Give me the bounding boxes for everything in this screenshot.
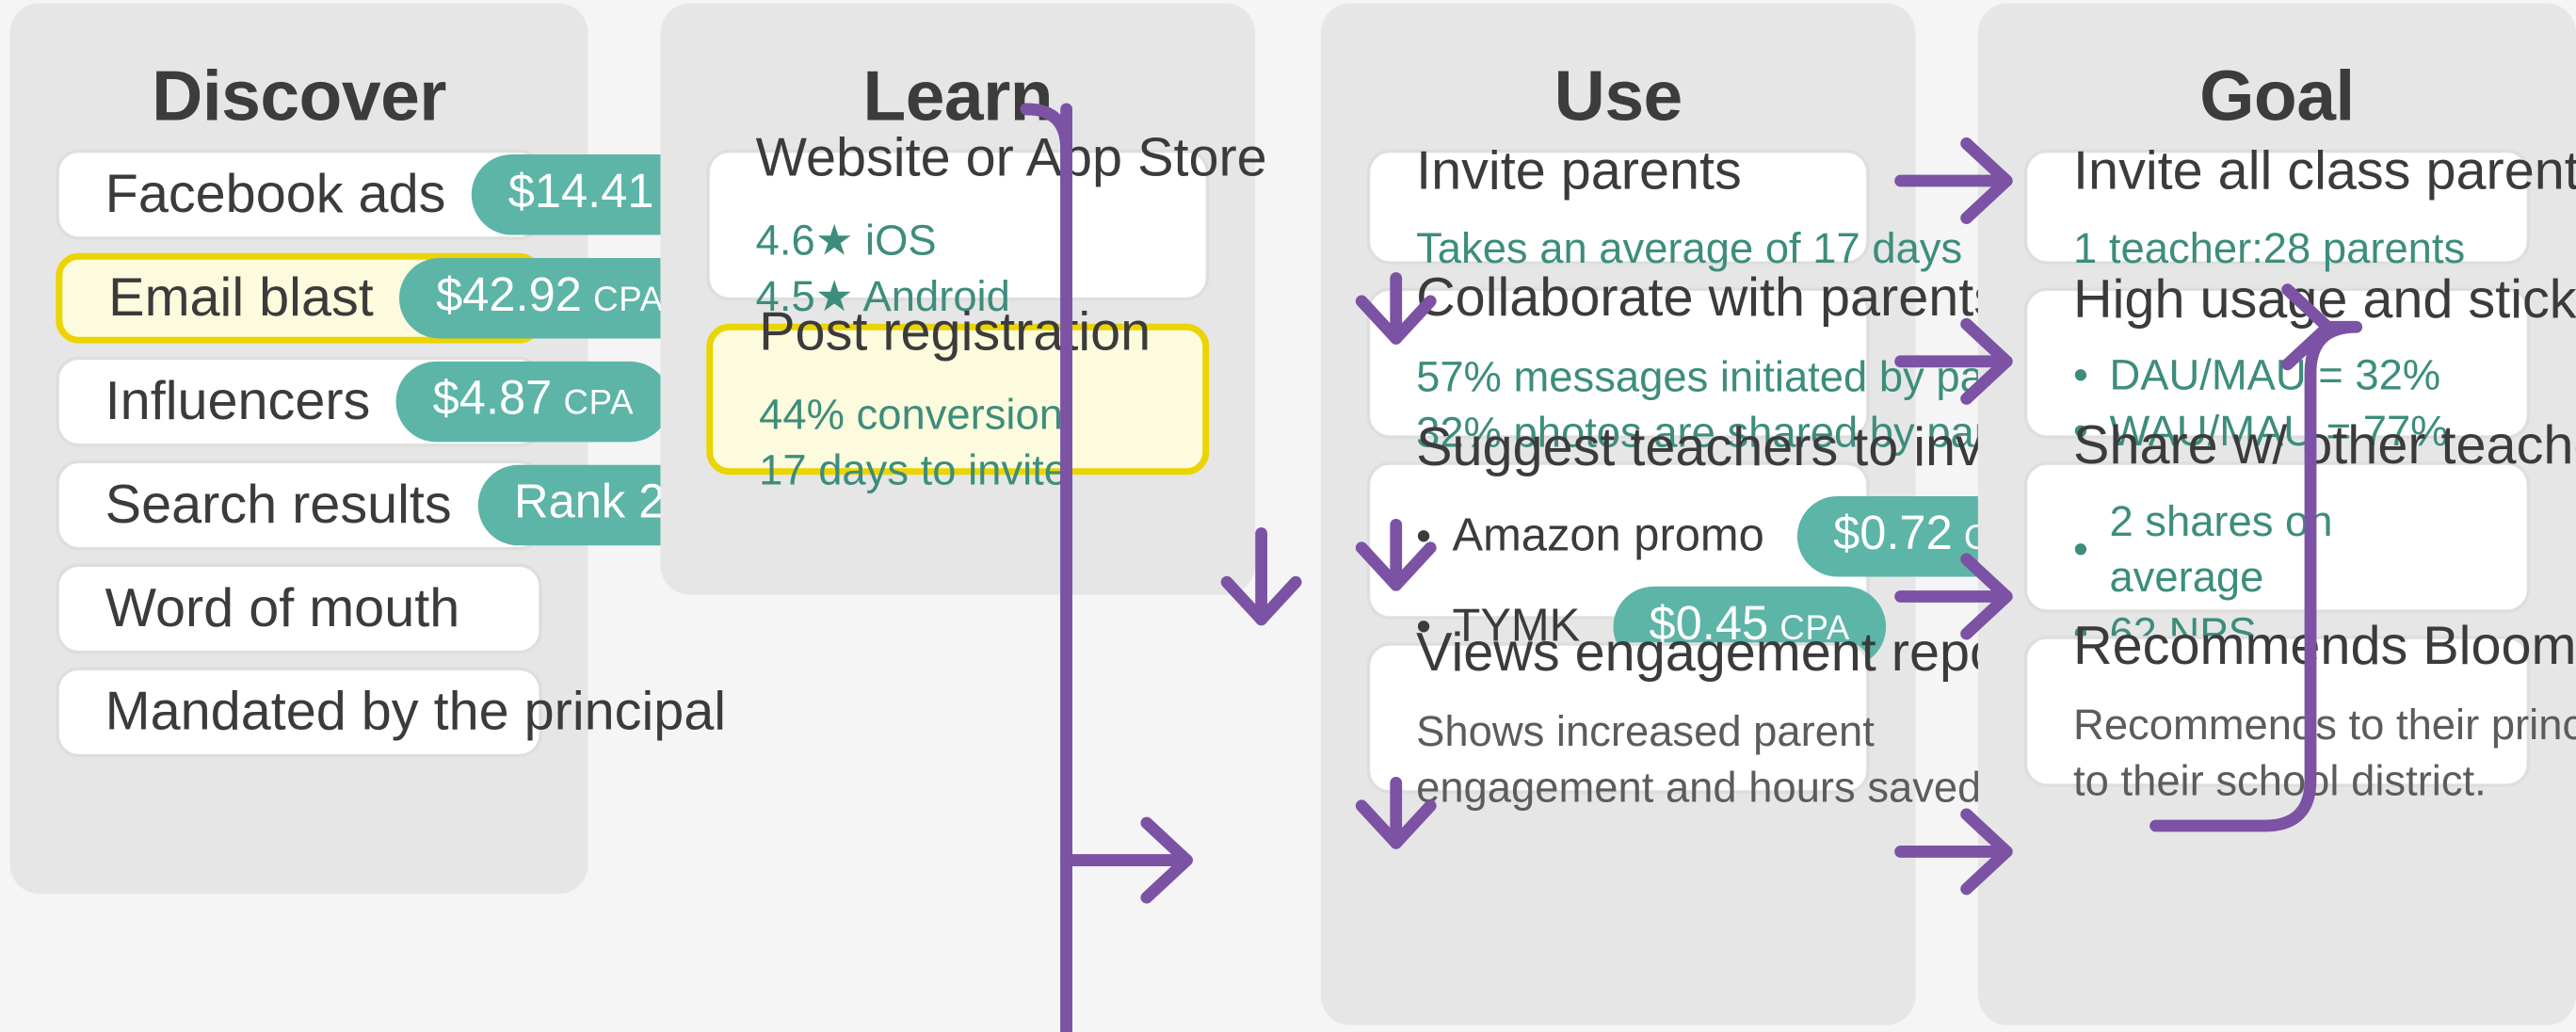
- badge-cpa: $42.92 CPA: [399, 257, 700, 339]
- badge-cpa: $4.87 CPA: [396, 361, 670, 443]
- badge-value: $42.92: [436, 269, 582, 322]
- list-item: • 2 shares on average: [2073, 495, 2481, 606]
- card-sublines: 44% conversion 17 days to invite: [759, 385, 1156, 499]
- subline-recommends-1: Recommends to their principal or: [2073, 699, 2576, 749]
- card-title: Facebook ads: [105, 163, 446, 224]
- subline-conversion: 44% conversion: [759, 388, 1063, 439]
- card-search-results[interactable]: Search results Rank 2: [56, 460, 701, 551]
- card-sublines: Shows increased parent engagement and ho…: [1416, 702, 1994, 816]
- card-invite-parents[interactable]: Invite parents Takes an average of 17 da…: [1366, 139, 1962, 272]
- card-title: High usage and stickiness: [2073, 267, 2576, 330]
- card-title: Share w/ other teachers: [2073, 414, 2576, 476]
- card-views-engagement-report[interactable]: Views engagement report Shows increased …: [1366, 621, 2033, 812]
- column-body-goal: Invite all class parents 1 teacher:28 pa…: [2023, 139, 2576, 805]
- subline-days-to-invite: 17 days to invite: [759, 445, 1068, 495]
- card-title: Collaborate with parents: [1416, 266, 2002, 328]
- list-item: • DAU/MAU = 32%: [2073, 348, 2481, 404]
- card-website-or-app-store[interactable]: Website or App Store 4.6★ iOS 4.5★ Andro…: [706, 127, 1267, 320]
- card-title: Recommends Bloomz: [2073, 615, 2576, 676]
- subline-recommends-2: to their school district.: [2073, 755, 2487, 806]
- column-discover: Discover Facebook ads $14.41 CPA Email b…: [9, 3, 772, 895]
- card-mandated-by-principal[interactable]: Mandated by the principal: [56, 667, 726, 758]
- column-title-discover: Discover: [152, 57, 446, 137]
- card-post-registration[interactable]: Post registration 44% conversion 17 days…: [706, 301, 1210, 494]
- list-item: • Amazon promo $0.72 CPA: [1416, 496, 2071, 577]
- card-title: Suggest teachers to invite: [1416, 415, 2040, 476]
- badge-value: Rank 2: [514, 476, 666, 529]
- card-title: Email blast: [108, 266, 374, 328]
- subline-engagement-2: engagement and hours saved.: [1416, 762, 1994, 813]
- card-sublines: Recommends to their principal or to thei…: [2073, 696, 2576, 810]
- card-title: Invite parents: [1416, 138, 1742, 201]
- bullet-label: Amazon promo: [1452, 509, 1764, 561]
- badge-unit: CPA: [563, 384, 635, 423]
- card-title: Search results: [105, 474, 452, 535]
- card-title: Views engagement report: [1416, 621, 2034, 683]
- card-facebook-ads[interactable]: Facebook ads $14.41 CPA: [56, 149, 772, 240]
- subline-ios-rating: 4.6★ iOS: [755, 214, 937, 265]
- card-recommends-bloomz[interactable]: Recommends Bloomz Recommends to their pr…: [2023, 615, 2576, 805]
- column-body-use: Invite parents Takes an average of 17 da…: [1366, 139, 2091, 812]
- bullet-dot-icon: •: [2073, 524, 2088, 574]
- column-use: Use Invite parents Takes an average of 1…: [1320, 3, 2091, 1025]
- card-title: Influencers: [105, 370, 371, 431]
- column-goal: Goal Invite all class parents 1 teacher:…: [1977, 3, 2576, 1025]
- column-learn: Learn Website or App Store 4.6★ iOS 4.5★…: [660, 3, 1267, 595]
- card-title: Post registration: [759, 300, 1151, 363]
- subline-engagement-1: Shows increased parent: [1416, 705, 1875, 755]
- bullet-dot-icon: •: [1416, 510, 1431, 560]
- bullet-label: 2 shares on average: [2109, 496, 2333, 603]
- card-email-blast[interactable]: Email blast $42.92 CPA: [56, 252, 700, 344]
- badge-value: $4.87: [432, 373, 553, 426]
- badge-unit: CPA: [593, 281, 664, 319]
- card-title: Website or App Store: [755, 126, 1267, 188]
- column-body-discover: Facebook ads $14.41 CPA Email blast $42.…: [56, 149, 772, 758]
- card-invite-all-class-parents[interactable]: Invite all class parents 1 teacher:28 pa…: [2023, 139, 2576, 272]
- card-title: Word of mouth: [105, 577, 460, 638]
- card-title: Invite all class parents: [2073, 138, 2576, 201]
- journey-diagram: Discover Facebook ads $14.41 CPA Email b…: [0, 0, 2576, 1032]
- bullet-label: DAU/MAU = 32%: [2109, 350, 2441, 400]
- bullet-dot-icon: •: [2073, 350, 2088, 400]
- card-title: Mandated by the principal: [105, 681, 727, 742]
- card-share-with-other-teachers[interactable]: Share w/ other teachers • 2 shares on av…: [2023, 414, 2576, 657]
- badge-value: $0.72: [1833, 508, 1953, 561]
- column-title-goal: Goal: [2199, 57, 2355, 137]
- card-suggest-teachers-to-invite[interactable]: Suggest teachers to invite • Amazon prom…: [1366, 415, 2071, 668]
- card-word-of-mouth[interactable]: Word of mouth: [56, 563, 542, 654]
- card-influencers[interactable]: Influencers $4.87 CPA: [56, 356, 670, 447]
- subline-messages-initiated: 57% messages initiated by parents.: [1416, 350, 2091, 400]
- column-body-learn: Website or App Store 4.6★ iOS 4.5★ Andro…: [706, 127, 1267, 494]
- column-title-use: Use: [1554, 57, 1683, 137]
- badge-value: $14.41: [507, 166, 654, 219]
